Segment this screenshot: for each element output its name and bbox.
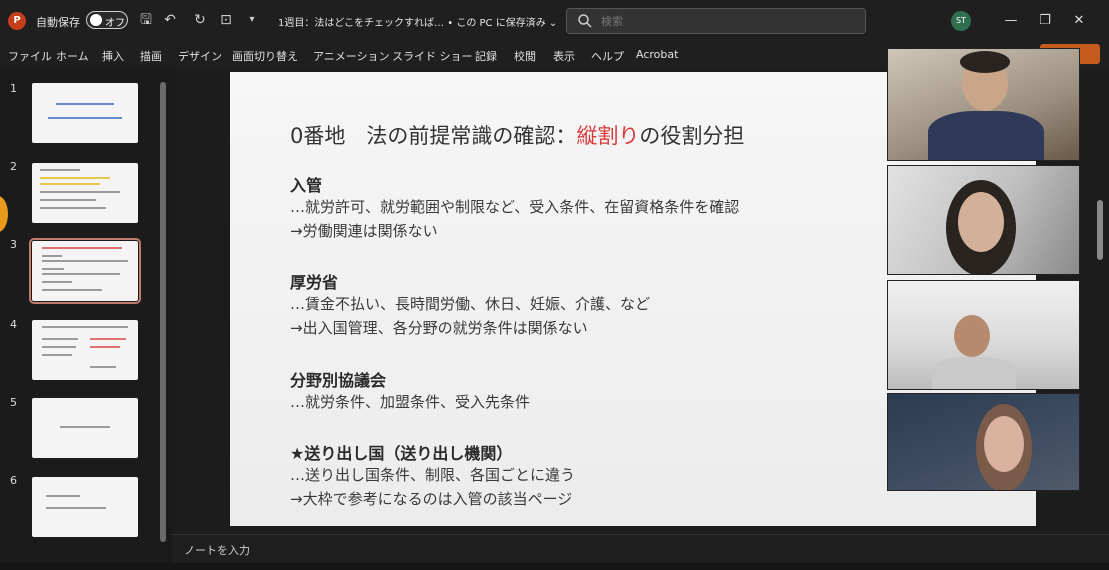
slide-thumbnail-3[interactable] (29, 238, 141, 304)
tab-view[interactable]: 表示 (553, 48, 575, 64)
section-heading-council: 分野別協議会 (290, 371, 387, 390)
section-heading-sending-country: ★送り出し国（送り出し機関） (290, 444, 513, 463)
notes-pane[interactable]: ノートを入力 (172, 534, 1109, 563)
section-heading-mhlw: 厚労省 (290, 273, 339, 292)
thumb-number: 4 (10, 318, 17, 331)
tab-slideshow[interactable]: スライド ショー (392, 48, 473, 64)
section-line: …就労条件、加盟条件、受入先条件 (290, 393, 531, 411)
notes-placeholder[interactable]: ノートを入力 (184, 542, 250, 558)
section-line: …賃金不払い、長時間労働、休日、妊娠、介護、など (290, 295, 651, 313)
undo-icon[interactable]: ↶ (162, 12, 178, 28)
search-box[interactable] (566, 8, 866, 34)
thumb-number: 3 (10, 238, 17, 251)
participant-body (932, 357, 1016, 389)
video-tile-participant-4[interactable] (887, 393, 1080, 491)
present-icon[interactable]: ⊡ (218, 12, 234, 28)
search-icon (578, 14, 592, 28)
slide-title-highlight: 縦割り (576, 124, 640, 148)
thumb-number: 1 (10, 82, 17, 95)
autosave-state: オフ (105, 18, 125, 29)
slide-title-prefix: 0番地 法の前提常識の確認： (290, 124, 577, 148)
slide-thumbnail-2[interactable] (32, 163, 138, 223)
slide-title[interactable]: 0番地 法の前提常識の確認：縦割りの役割分担 (290, 120, 744, 150)
save-icon[interactable]: 🖫 (138, 12, 154, 28)
toggle-knob (90, 14, 102, 26)
close-icon[interactable]: ✕ (1068, 10, 1090, 32)
slide-title-suffix: の役割分担 (639, 124, 745, 148)
minimize-icon[interactable]: — (1000, 10, 1022, 32)
recording-indicator (0, 196, 8, 232)
section-line: …送り出し国条件、制限、各国ごとに違う (290, 466, 576, 484)
tab-draw[interactable]: 描画 (140, 48, 162, 64)
powerpoint-window: P 自動保存 オフ 🖫 ↶ ↻ ⊡ ▾ 1週目：法はどこをチェックすれば… • … (0, 0, 1109, 570)
thumb-number: 5 (10, 396, 17, 409)
tab-animations[interactable]: アニメーション (313, 48, 390, 64)
tab-help[interactable]: ヘルプ (591, 48, 624, 64)
autosave-label: 自動保存 (36, 16, 80, 29)
section-heading-immigration: 入管 (290, 176, 323, 195)
section-line: …就労許可、就労範囲や制限など、受入条件、在留資格条件を確認 (290, 198, 740, 216)
video-tile-participant-1[interactable] (887, 48, 1080, 161)
slide-thumbnail-1[interactable] (32, 83, 138, 143)
video-tile-participant-2[interactable] (887, 165, 1080, 275)
redo-icon[interactable]: ↻ (192, 12, 208, 28)
maximize-icon[interactable]: ❐ (1034, 10, 1056, 32)
scrollbar-thumb[interactable] (160, 82, 166, 542)
tab-design[interactable]: デザイン (178, 48, 222, 64)
video-tile-participant-3[interactable] (887, 280, 1080, 390)
participant-face (954, 315, 990, 357)
tab-review[interactable]: 校閲 (514, 48, 536, 64)
slide-thumbnail-5[interactable] (32, 398, 138, 458)
tab-record[interactable]: 記録 (475, 48, 497, 64)
editor-scrollbar-thumb[interactable] (1097, 200, 1103, 260)
participant-face (958, 192, 1004, 252)
title-bar: P 自動保存 オフ 🖫 ↶ ↻ ⊡ ▾ 1週目：法はどこをチェックすれば… • … (0, 0, 1109, 42)
tab-acrobat[interactable]: Acrobat (636, 48, 678, 61)
section-line: →大枠で参考になるのは入管の該当ページ (290, 490, 573, 508)
thumb-number: 2 (10, 160, 17, 173)
participant-face (984, 416, 1024, 472)
slide-thumbnail-6[interactable] (32, 477, 138, 537)
participant-hair (960, 51, 1010, 73)
tab-transitions[interactable]: 画面切り替え (232, 48, 298, 64)
section-line: →出入国管理、各分野の就労条件は関係ない (290, 319, 588, 337)
tab-home[interactable]: ホーム (56, 48, 89, 64)
participant-body (928, 111, 1044, 160)
slide-thumbnails-panel: 1 2 3 4 5 6 (0, 68, 172, 563)
customize-toolbar-icon[interactable]: ▾ (244, 12, 260, 28)
tab-file[interactable]: ファイル (8, 48, 52, 64)
thumbnail-scrollbar[interactable] (160, 82, 166, 542)
powerpoint-logo-icon: P (8, 12, 26, 30)
document-title[interactable]: 1週目：法はどこをチェックすれば… • この PC に保存済み ⌄ (278, 14, 557, 29)
search-input[interactable] (601, 13, 851, 29)
thumb-number: 6 (10, 474, 17, 487)
tab-insert[interactable]: 挿入 (102, 48, 124, 64)
autosave-toggle[interactable]: オフ (86, 11, 128, 29)
slide-thumbnail-4[interactable] (32, 320, 138, 380)
status-bar (0, 563, 1109, 570)
section-line: →労働関連は関係ない (290, 222, 438, 240)
user-avatar[interactable]: ST (951, 11, 971, 31)
